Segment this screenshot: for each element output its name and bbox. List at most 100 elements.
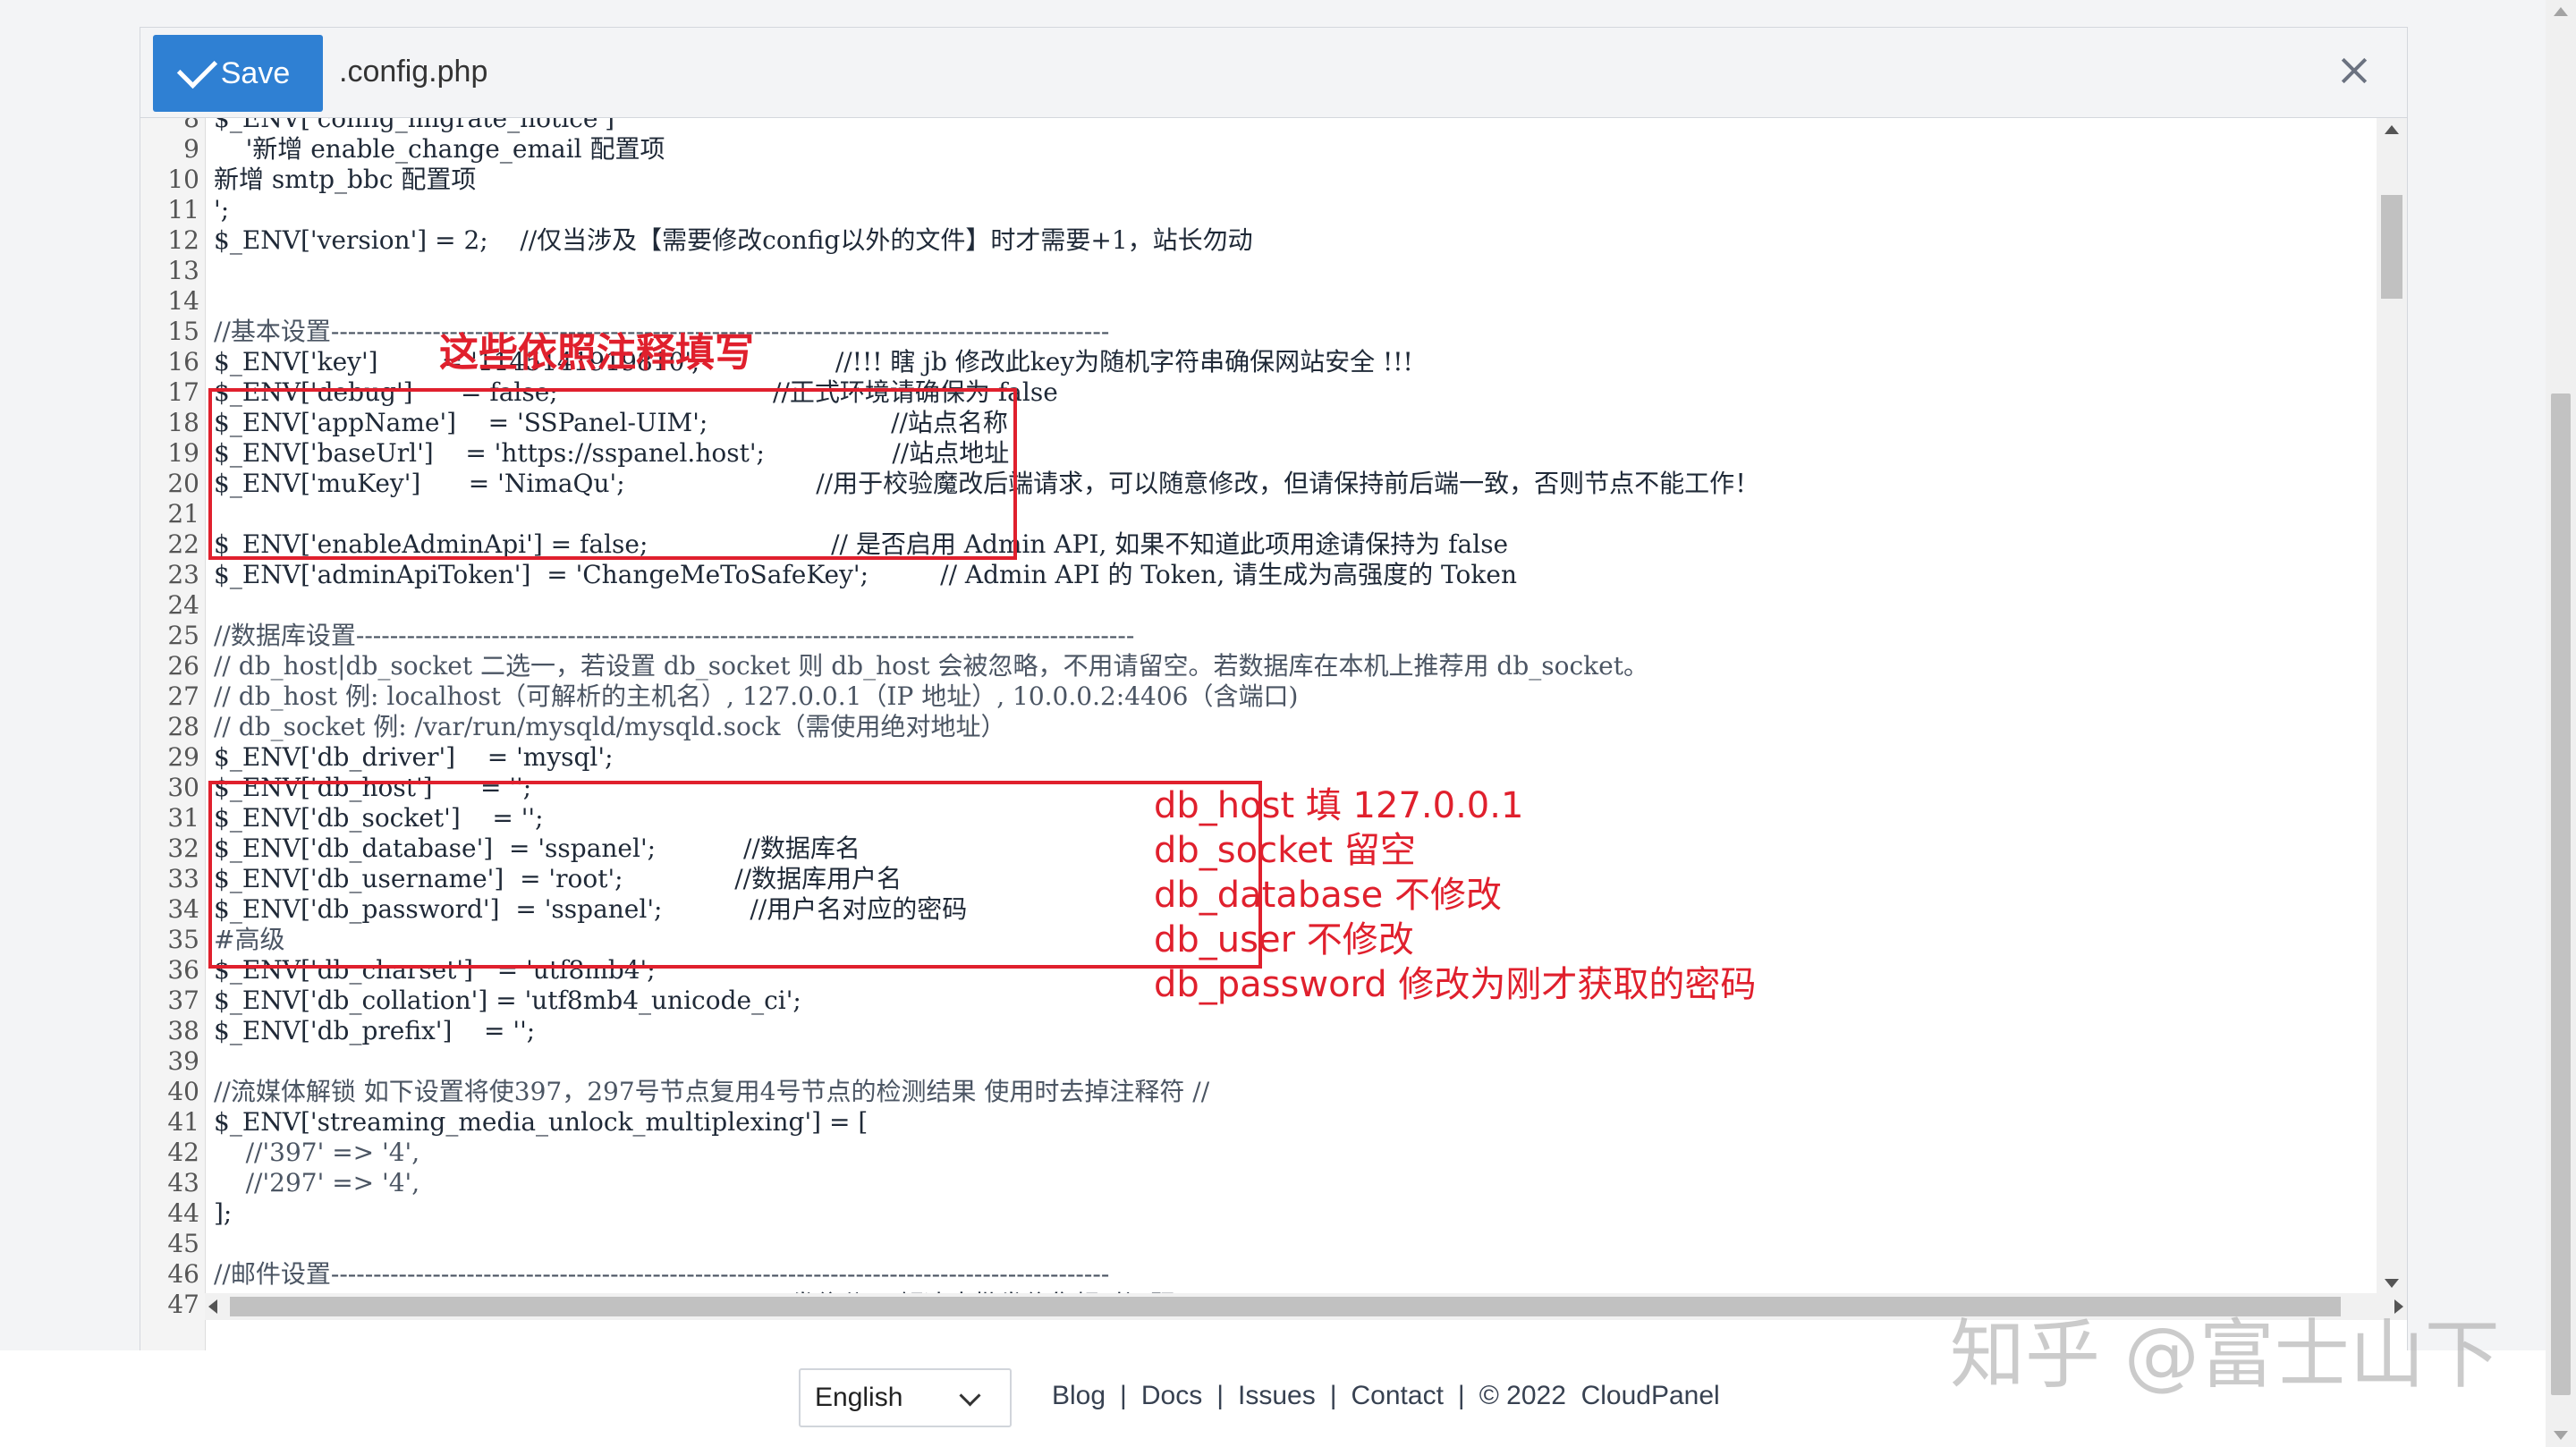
close-icon[interactable] xyxy=(2336,53,2372,89)
line-number: 15 xyxy=(167,317,199,346)
code-editor[interactable]: 8 $_ENV['config_migrate_notice'] 9 '新增 ena… xyxy=(140,118,2407,1351)
line-number: 28 xyxy=(167,712,199,741)
code-line[interactable]: 25 //数据库设置-------------------------------… xyxy=(140,621,2377,651)
line-code: $_ENV['db_prefix'] = ''; xyxy=(214,1016,536,1045)
line-code: '新增 enable_change_email 配置项 xyxy=(214,134,665,164)
line-number: 39 xyxy=(167,1046,199,1076)
scroll-left-icon[interactable] xyxy=(208,1299,217,1314)
line-number: 47 xyxy=(167,1290,199,1319)
line-code: // db_socket 例: /var/run/mysqld/mysqld.s… xyxy=(214,712,1006,741)
editor-vertical-thumb[interactable] xyxy=(2381,195,2402,299)
footer-link-issues[interactable]: Issues xyxy=(1238,1381,1316,1410)
line-number: 17 xyxy=(167,377,199,407)
code-line[interactable]: 10 新增 smtp_bbc 配置项 xyxy=(140,165,2377,195)
line-number: 20 xyxy=(167,469,199,498)
code-line[interactable]: 43 //'297' => '4', xyxy=(140,1168,2377,1198)
line-code: //数据库设置---------------------------------… xyxy=(214,621,1135,650)
code-lines[interactable]: 8 $_ENV['config_migrate_notice'] 9 '新增 ena… xyxy=(140,118,2377,1351)
code-line[interactable]: 24 xyxy=(140,590,2377,621)
copyright: © 2022 xyxy=(1479,1381,1566,1410)
code-line[interactable]: 14 xyxy=(140,286,2377,317)
code-line[interactable]: 40 //流媒体解锁 如下设置将使397，297号节点复用4号节点的检测结果 使用… xyxy=(140,1077,2377,1107)
code-line[interactable]: 44]; xyxy=(140,1198,2377,1229)
line-number: 11 xyxy=(167,195,199,224)
line-number: 14 xyxy=(167,286,199,316)
line-number: 36 xyxy=(167,955,199,985)
line-code: //'297' => '4', xyxy=(214,1168,420,1197)
line-code: //邮件设置----------------------------------… xyxy=(214,1259,1110,1289)
line-number: 37 xyxy=(167,986,199,1015)
scroll-down-icon[interactable] xyxy=(2385,1279,2399,1288)
editor-vertical-scrollbar[interactable] xyxy=(2377,118,2407,1293)
line-number: 12 xyxy=(167,225,199,255)
code-line[interactable]: 42 //'397' => '4', xyxy=(140,1138,2377,1168)
scroll-up-icon[interactable] xyxy=(2385,125,2399,134)
line-code: $_ENV['db_driver'] = 'mysql'; xyxy=(214,742,614,772)
line-number: 10 xyxy=(167,165,199,194)
line-number: 32 xyxy=(167,834,199,863)
page-scroll-down-icon[interactable] xyxy=(2554,1431,2568,1440)
line-number: 26 xyxy=(167,651,199,681)
page-scroll-thumb[interactable] xyxy=(2551,393,2571,1395)
brand-name: CloudPanel xyxy=(1580,1381,1720,1410)
line-number: 45 xyxy=(167,1229,199,1258)
code-line[interactable]: 8 $_ENV['config_migrate_notice'] xyxy=(140,118,2377,134)
line-number: 21 xyxy=(167,499,199,529)
save-button[interactable]: Save xyxy=(153,35,323,112)
footer-links: Blog | Docs | Issues | Contact | © 2022 CloudPan… xyxy=(1052,1381,1720,1410)
line-code: $_ENV['streaming_media_unlock_multiplexi… xyxy=(214,1107,869,1137)
code-line[interactable]: 45 xyxy=(140,1229,2377,1259)
line-number: 18 xyxy=(167,408,199,437)
line-number: 8 xyxy=(183,118,199,133)
chevron-down-icon xyxy=(959,1384,981,1407)
line-code: $_ENV['adminApiToken'] = 'ChangeMeToSafe… xyxy=(214,560,1517,589)
code-line[interactable]: 26 // db_host|db_socket 二选一，若设置 db_socket… xyxy=(140,651,2377,681)
file-editor-modal: Save .config.php 8 $_ENV['config_migrate_… xyxy=(140,27,2408,1352)
line-number: 43 xyxy=(167,1168,199,1197)
page-scroll-up-icon[interactable] xyxy=(2554,7,2568,16)
line-code: //流媒体解锁 如下设置将使397，297号节点复用4号节点的检测结果 使用时去… xyxy=(214,1077,1210,1106)
line-number: 27 xyxy=(167,681,199,711)
code-line[interactable]: 23 $_ENV['adminApiToken'] = 'ChangeMeToSa… xyxy=(140,560,2377,590)
footer-link-docs[interactable]: Docs xyxy=(1141,1381,1202,1410)
line-number: 19 xyxy=(167,438,199,468)
line-code: $_ENV['config_migrate_notice'] xyxy=(214,118,615,133)
save-button-label: Save xyxy=(220,55,291,90)
line-number: 40 xyxy=(167,1077,199,1106)
annotation-db-note-5: db_password 修改为刚才获取的密码 xyxy=(1154,964,1757,1005)
code-line[interactable]: 29 $_ENV['db_driver'] = 'mysql'; xyxy=(140,742,2377,773)
line-number: 13 xyxy=(167,256,199,285)
code-line[interactable]: 11 '; xyxy=(140,195,2377,225)
line-number: 25 xyxy=(167,621,199,650)
line-number: 33 xyxy=(167,864,199,893)
line-code: //'397' => '4', xyxy=(214,1138,420,1167)
annotation-basic-note: 这些依照注释填写 xyxy=(439,330,754,376)
line-number: 41 xyxy=(167,1107,199,1137)
line-code: '; xyxy=(214,195,230,224)
line-code: $_ENV['key'] = '1145141919810'; //!!! 瞎 … xyxy=(214,347,1413,377)
line-number: 24 xyxy=(167,590,199,620)
line-number: 29 xyxy=(167,742,199,772)
language-select[interactable]: English xyxy=(799,1368,1012,1427)
line-number: 44 xyxy=(167,1198,199,1228)
watermark: 知乎 @富士山下 xyxy=(1950,1311,2500,1399)
line-number: 22 xyxy=(167,529,199,559)
footer-link-blog[interactable]: Blog xyxy=(1052,1381,1106,1410)
line-code: $_ENV['version'] = 2; //仅当涉及【需要修改config以… xyxy=(214,225,1253,255)
code-line[interactable]: 41 $_ENV['streaming_media_unlock_multiple… xyxy=(140,1107,2377,1138)
code-line[interactable]: 27 // db_host 例: localhost（可解析的主机名）, 127.… xyxy=(140,681,2377,712)
annotation-box-basic xyxy=(208,388,1017,560)
page-scrollbar[interactable] xyxy=(2546,0,2576,1447)
code-line[interactable]: 9 '新增 enable_change_email 配置项 xyxy=(140,134,2377,165)
code-line[interactable]: 39 xyxy=(140,1046,2377,1077)
annotation-box-database xyxy=(208,781,1262,969)
code-line[interactable]: 13 xyxy=(140,256,2377,286)
code-line[interactable]: 28 // db_socket 例: /var/run/mysqld/mysqld… xyxy=(140,712,2377,742)
line-code: 新增 smtp_bbc 配置项 xyxy=(214,165,477,194)
footer-link-contact[interactable]: Contact xyxy=(1352,1381,1444,1410)
line-number: 16 xyxy=(167,347,199,377)
language-select-value: English xyxy=(815,1383,903,1412)
code-line[interactable]: 38 $_ENV['db_prefix'] = ''; xyxy=(140,1016,2377,1046)
code-line[interactable]: 46 //邮件设置--------------------------------… xyxy=(140,1259,2377,1290)
code-line[interactable]: 12 $_ENV['version'] = 2; //仅当涉及【需要修改confi… xyxy=(140,225,2377,256)
